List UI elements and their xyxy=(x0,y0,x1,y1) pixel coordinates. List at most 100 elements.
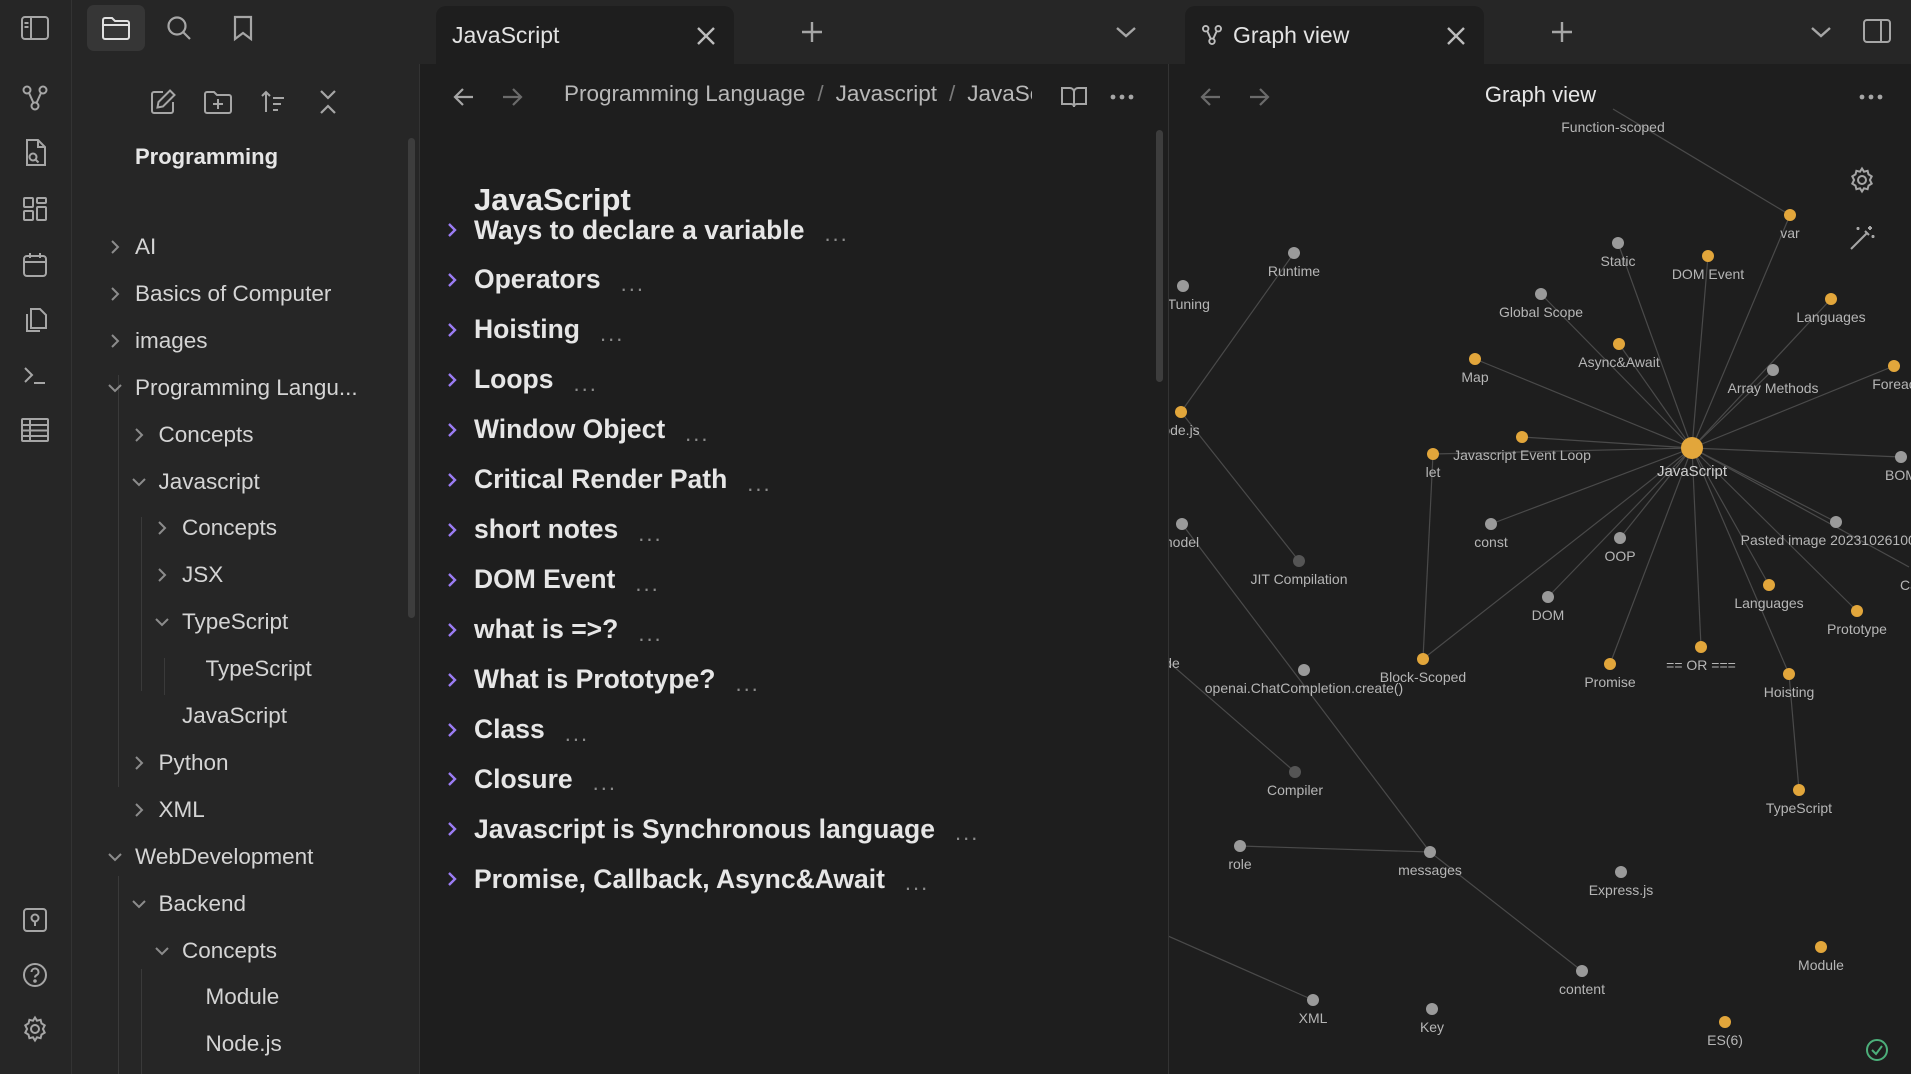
graph-node[interactable] xyxy=(1535,288,1547,300)
tree-folder[interactable]: JSX xyxy=(132,555,223,595)
graph-node[interactable] xyxy=(1695,641,1707,653)
graph-node[interactable] xyxy=(1825,293,1837,305)
collapsed-heading[interactable]: Class... xyxy=(474,710,589,750)
more-options-icon[interactable] xyxy=(1106,81,1138,113)
chevron-right-icon[interactable] xyxy=(131,427,147,443)
terminal-icon[interactable] xyxy=(18,358,52,392)
folder-icon[interactable] xyxy=(87,5,145,51)
graph-node[interactable] xyxy=(1793,784,1805,796)
tree-folder[interactable]: XML xyxy=(109,790,205,830)
graph-node[interactable] xyxy=(1176,518,1188,530)
tree-folder[interactable]: WebDevelopment xyxy=(85,837,313,877)
chevron-right-icon[interactable] xyxy=(107,333,123,349)
fold-chevron-icon[interactable] xyxy=(443,571,461,589)
collapsed-heading[interactable]: Loops... xyxy=(474,360,598,400)
close-icon[interactable] xyxy=(1444,24,1468,48)
graph-settings-icon[interactable] xyxy=(1845,163,1879,197)
sort-icon[interactable] xyxy=(255,84,291,120)
chevron-down-icon[interactable] xyxy=(131,896,147,912)
graph-node[interactable] xyxy=(1604,658,1616,670)
new-folder-icon[interactable] xyxy=(200,84,236,120)
breadcrumb-item[interactable]: JavaScript xyxy=(967,81,1032,107)
fold-chevron-icon[interactable] xyxy=(443,421,461,439)
graph-node[interactable] xyxy=(1830,516,1842,528)
graph-node[interactable] xyxy=(1815,941,1827,953)
chevron-down-icon[interactable] xyxy=(154,614,170,630)
chevron-right-icon[interactable] xyxy=(107,239,123,255)
tree-folder[interactable]: TypeScript xyxy=(132,602,288,642)
new-note-icon[interactable] xyxy=(145,84,181,120)
graph-node[interactable] xyxy=(1784,209,1796,221)
graph-node[interactable] xyxy=(1417,653,1429,665)
right-sidebar-toggle-icon[interactable] xyxy=(1860,14,1894,48)
chevron-right-icon[interactable] xyxy=(131,755,147,771)
chevron-right-icon[interactable] xyxy=(154,520,170,536)
graph-node[interactable] xyxy=(1298,664,1310,676)
collapsed-heading[interactable]: DOM Event... xyxy=(474,560,660,600)
collapsed-heading[interactable]: Javascript is Synchronous language... xyxy=(474,809,979,849)
graph-node[interactable] xyxy=(1177,280,1189,292)
graph-node[interactable] xyxy=(1175,406,1187,418)
bookmark-icon[interactable] xyxy=(214,5,272,51)
collapsed-heading[interactable]: Ways to declare a variable... xyxy=(474,210,849,250)
chevron-right-icon[interactable] xyxy=(154,567,170,583)
chevron-down-icon[interactable] xyxy=(107,380,123,396)
chevron-right-icon[interactable] xyxy=(107,286,123,302)
tree-folder[interactable]: AI xyxy=(85,227,156,267)
fold-chevron-icon[interactable] xyxy=(443,471,461,489)
vault-name[interactable]: Programming xyxy=(135,144,278,170)
chevron-down-icon[interactable] xyxy=(154,943,170,959)
graph-node[interactable] xyxy=(1613,338,1625,350)
breadcrumb-item[interactable]: Javascript xyxy=(836,81,937,107)
sync-status-icon[interactable] xyxy=(1861,1034,1893,1066)
file-search-icon[interactable] xyxy=(18,136,52,170)
fold-chevron-icon[interactable] xyxy=(443,870,461,888)
back-arrow-icon[interactable] xyxy=(449,82,479,112)
chevron-down-icon[interactable] xyxy=(1807,18,1835,46)
graph-node[interactable] xyxy=(1767,364,1779,376)
graph-node[interactable] xyxy=(1702,250,1714,262)
new-tab-icon[interactable] xyxy=(1548,18,1576,46)
table-icon[interactable] xyxy=(18,413,52,447)
fold-chevron-icon[interactable] xyxy=(443,770,461,788)
collapsed-heading[interactable]: short notes... xyxy=(474,510,663,550)
fold-chevron-icon[interactable] xyxy=(443,271,461,289)
tree-folder[interactable]: Python xyxy=(109,743,229,783)
breadcrumb-item[interactable]: Programming Language xyxy=(564,81,805,107)
editor-scrollbar[interactable] xyxy=(1156,130,1163,382)
graph-node[interactable] xyxy=(1289,766,1301,778)
settings-icon[interactable] xyxy=(18,1012,52,1046)
tree-folder[interactable]: Concepts xyxy=(132,508,277,548)
calendar-icon[interactable] xyxy=(18,248,52,282)
graph-node[interactable] xyxy=(1516,431,1528,443)
graph-node[interactable] xyxy=(1612,237,1624,249)
fold-chevron-icon[interactable] xyxy=(443,321,461,339)
chevron-down-icon[interactable] xyxy=(107,849,123,865)
graph-node[interactable] xyxy=(1485,518,1497,530)
reading-view-icon[interactable] xyxy=(1058,81,1090,113)
tree-folder[interactable]: images xyxy=(85,321,208,361)
collapsed-heading[interactable]: Closure... xyxy=(474,759,617,799)
tree-folder[interactable]: Programming Langu... xyxy=(85,368,358,408)
tree-folder[interactable]: Basics of Computer xyxy=(85,274,331,314)
sidebar-scrollbar[interactable] xyxy=(408,138,415,618)
graph-node[interactable] xyxy=(1888,360,1900,372)
chevron-down-icon[interactable] xyxy=(1112,18,1140,46)
fold-chevron-icon[interactable] xyxy=(443,721,461,739)
tree-folder[interactable]: Backend xyxy=(109,884,246,924)
canvas-grid-icon[interactable] xyxy=(18,192,52,226)
collapse-all-icon[interactable] xyxy=(310,84,346,120)
collapsed-heading[interactable]: Window Object... xyxy=(474,410,710,450)
tree-file[interactable]: JavaScript xyxy=(132,696,287,736)
tree-folder[interactable]: Concepts xyxy=(109,415,254,455)
tree-file[interactable]: Module xyxy=(156,977,280,1017)
graph-node[interactable] xyxy=(1895,451,1907,463)
search-icon[interactable] xyxy=(150,5,208,51)
graph-node[interactable] xyxy=(1615,866,1627,878)
tab-javascript[interactable]: JavaScript xyxy=(436,6,734,64)
graph-node[interactable] xyxy=(1614,532,1626,544)
graph-node[interactable] xyxy=(1234,840,1246,852)
magic-wand-icon[interactable] xyxy=(1845,221,1879,255)
new-tab-icon[interactable] xyxy=(798,18,826,46)
graph-node[interactable] xyxy=(1719,1016,1731,1028)
